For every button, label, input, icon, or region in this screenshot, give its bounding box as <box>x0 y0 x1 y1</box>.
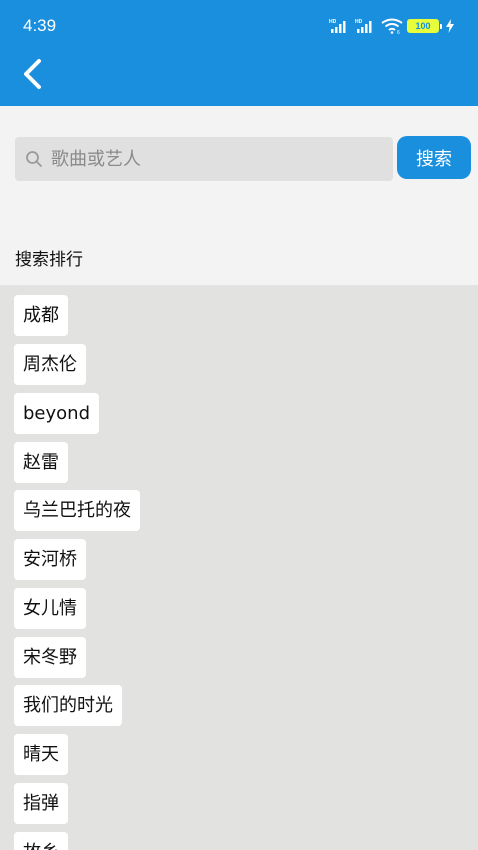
ranking-item[interactable]: 女儿情 <box>14 588 86 629</box>
app-header: 4:39 HD HD 6 100 <box>0 0 478 106</box>
battery-icon: 100 <box>407 19 442 33</box>
ranking-list: 成都 周杰伦 beyond 赵雷 乌兰巴托的夜 安河桥 女儿情 宋冬野 我们的时… <box>0 285 478 850</box>
svg-text:HD: HD <box>329 19 337 25</box>
ranking-item[interactable]: 安河桥 <box>14 539 86 580</box>
ranking-item[interactable]: 赵雷 <box>14 442 68 483</box>
ranking-title: 搜索排行 <box>15 250 83 270</box>
ranking-item[interactable]: 指弹 <box>14 783 68 824</box>
hd-signal-icon: HD <box>355 18 377 34</box>
battery-level: 100 <box>407 19 439 33</box>
search-area: 搜索 搜索排行 <box>0 106 478 285</box>
wifi-icon: 6 <box>381 18 403 34</box>
search-button[interactable]: 搜索 <box>397 136 471 179</box>
svg-text:6: 6 <box>397 30 400 34</box>
ranking-item[interactable]: beyond <box>14 393 99 434</box>
ranking-item[interactable]: 宋冬野 <box>14 637 86 678</box>
search-icon <box>25 150 43 168</box>
back-button[interactable] <box>14 56 50 96</box>
charging-icon <box>446 19 454 33</box>
status-time: 4:39 <box>23 16 57 35</box>
ranking-item[interactable]: 乌兰巴托的夜 <box>14 490 140 531</box>
ranking-item[interactable]: 故乡 <box>14 832 68 850</box>
search-input[interactable] <box>51 148 371 170</box>
ranking-item[interactable]: 成都 <box>14 295 68 336</box>
ranking-item[interactable]: 我们的时光 <box>14 685 122 726</box>
status-icons: HD HD 6 100 <box>329 16 454 36</box>
ranking-item[interactable]: 晴天 <box>14 734 68 775</box>
search-box[interactable] <box>15 137 393 181</box>
chevron-left-icon <box>21 58 43 94</box>
hd-signal-icon: HD <box>329 18 351 34</box>
svg-text:HD: HD <box>355 19 363 25</box>
ranking-item[interactable]: 周杰伦 <box>14 344 86 385</box>
